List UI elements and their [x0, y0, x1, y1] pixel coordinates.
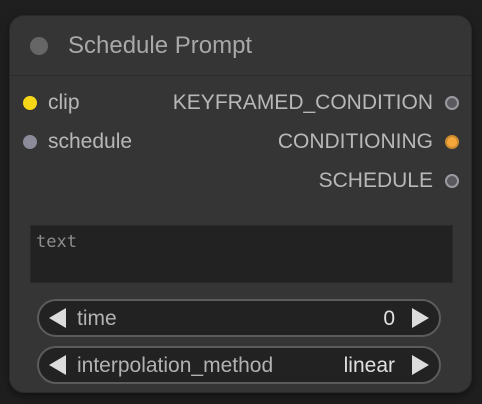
output-label-keyframed-condition: KEYFRAMED_CONDITION: [172, 91, 433, 114]
interpolation-method-widget-value[interactable]: linear: [344, 354, 395, 378]
time-number-widget[interactable]: time 0: [37, 299, 441, 337]
interpolation-method-combo-widget[interactable]: interpolation_method linear: [37, 346, 441, 384]
output-label-schedule: SCHEDULE: [318, 169, 433, 192]
node-title: Schedule Prompt: [68, 32, 253, 59]
time-increment-arrow-icon[interactable]: [412, 308, 429, 328]
text-input[interactable]: text: [30, 225, 453, 283]
input-label-clip: clip: [48, 91, 80, 114]
input-dot-schedule-icon[interactable]: [23, 135, 37, 149]
output-slot-schedule[interactable]: SCHEDULE: [131, 169, 471, 195]
input-label-schedule: schedule: [48, 130, 133, 153]
time-widget-value[interactable]: 0: [383, 307, 395, 331]
interpolation-method-prev-arrow-icon[interactable]: [49, 355, 66, 375]
output-slot-keyframed-condition[interactable]: KEYFRAMED_CONDITION: [131, 91, 471, 117]
collapse-toggle-icon[interactable]: [30, 37, 48, 55]
output-slot-conditioning[interactable]: CONDITIONING: [131, 130, 471, 156]
node-header[interactable]: Schedule Prompt: [10, 16, 471, 76]
input-dot-clip-icon[interactable]: [23, 96, 37, 110]
output-dot-conditioning-icon[interactable]: [445, 135, 459, 149]
interpolation-method-next-arrow-icon[interactable]: [412, 355, 429, 375]
schedule-prompt-node[interactable]: Schedule Prompt clip schedule KEYFRAMED_…: [10, 16, 471, 392]
output-dot-schedule-icon[interactable]: [445, 174, 459, 188]
time-decrement-arrow-icon[interactable]: [49, 308, 66, 328]
time-widget-label: time: [77, 307, 117, 330]
interpolation-method-widget-label: interpolation_method: [77, 354, 274, 377]
output-dot-keyframed-condition-icon[interactable]: [445, 96, 459, 110]
output-label-conditioning: CONDITIONING: [277, 130, 433, 153]
